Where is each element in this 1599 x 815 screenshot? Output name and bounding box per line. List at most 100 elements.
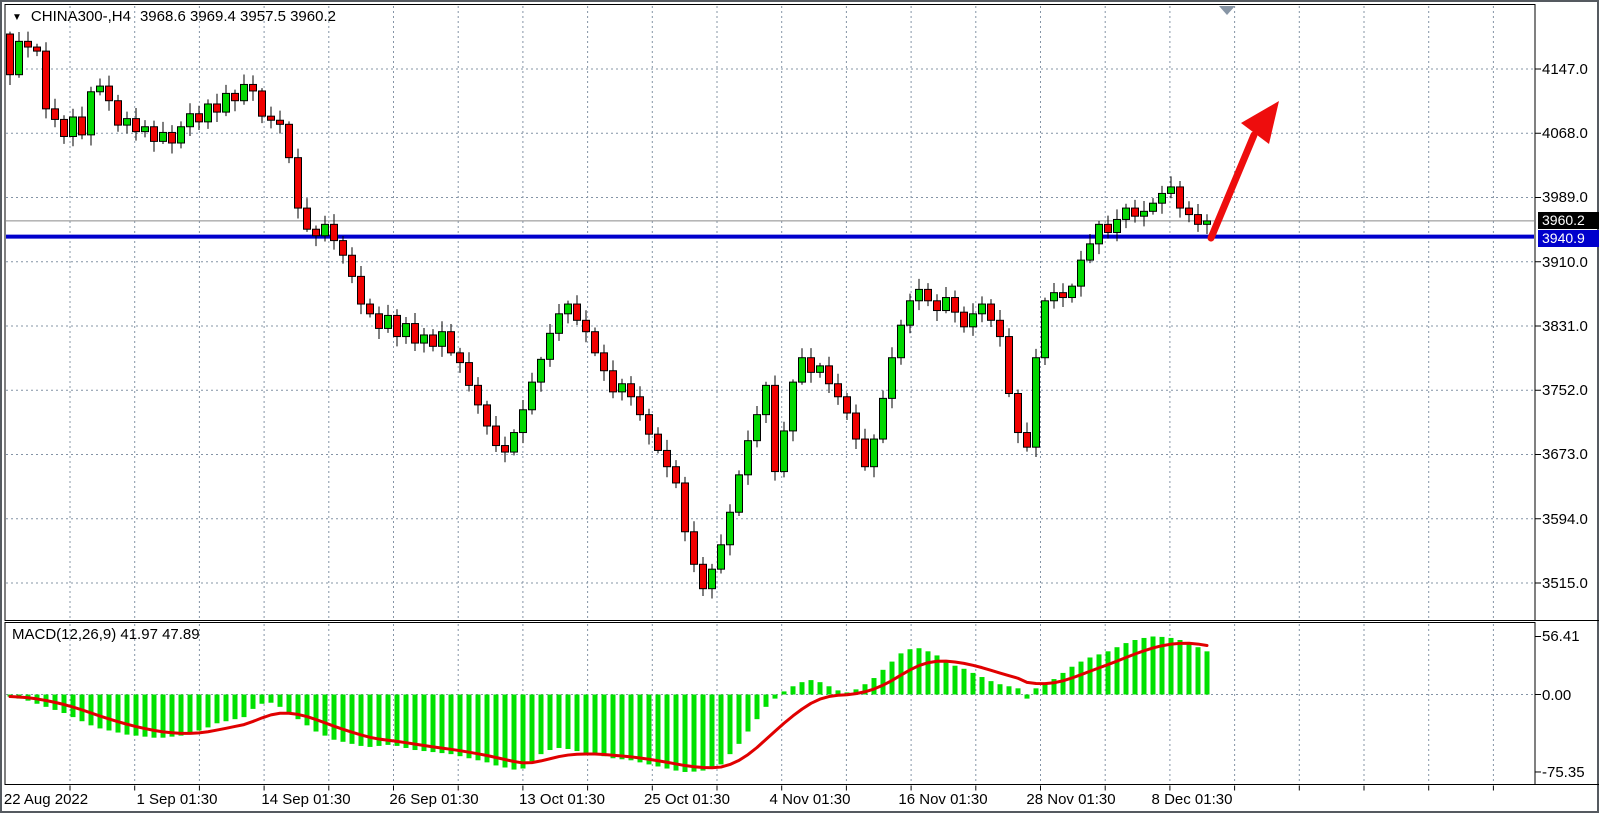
price-tick-label: 3989.0 bbox=[1542, 189, 1588, 206]
candle bbox=[1177, 187, 1184, 208]
candle bbox=[160, 132, 167, 141]
trend-arrow[interactable] bbox=[1211, 101, 1279, 238]
macd-bar bbox=[1169, 638, 1174, 695]
candle bbox=[241, 84, 248, 100]
macd-bar bbox=[503, 695, 508, 768]
candle bbox=[43, 51, 50, 109]
macd-bar bbox=[125, 695, 130, 735]
mt4-chart-window: ▼ CHINA300-,H4 3968.6 3969.4 3957.5 3960… bbox=[0, 0, 1599, 813]
macd-bar bbox=[917, 648, 922, 694]
macd-bar bbox=[665, 695, 670, 769]
macd-bar bbox=[467, 695, 472, 759]
macd-bar bbox=[530, 695, 535, 762]
candle bbox=[763, 385, 770, 414]
candle bbox=[682, 483, 689, 532]
candle bbox=[997, 320, 1004, 336]
macd-bar bbox=[746, 695, 751, 732]
macd-bar bbox=[1187, 643, 1192, 694]
candle bbox=[979, 304, 986, 314]
candle bbox=[70, 117, 77, 137]
candle bbox=[115, 101, 122, 125]
candle bbox=[556, 314, 563, 334]
candle bbox=[961, 312, 968, 327]
candle bbox=[1060, 293, 1067, 298]
macd-bar bbox=[1115, 647, 1120, 694]
macd-bar bbox=[1070, 667, 1075, 695]
macd-bar bbox=[251, 695, 256, 709]
candle bbox=[79, 117, 86, 135]
macd-bar bbox=[1025, 695, 1030, 699]
macd-bar bbox=[548, 695, 553, 751]
symbol-dropdown-icon[interactable]: ▼ bbox=[12, 9, 22, 26]
candle bbox=[772, 385, 779, 471]
candle bbox=[322, 224, 329, 235]
candle bbox=[727, 512, 734, 545]
candle bbox=[205, 104, 212, 122]
candle bbox=[1150, 203, 1157, 211]
time-tick-label: 1 Sep 01:30 bbox=[137, 791, 218, 808]
macd-bar bbox=[98, 695, 103, 729]
macd-bar bbox=[728, 695, 733, 755]
price-tick-label: 4147.0 bbox=[1542, 61, 1588, 78]
macd-bar bbox=[359, 695, 364, 746]
candle bbox=[709, 569, 716, 589]
candle bbox=[16, 41, 23, 74]
price-tick-label: 3910.0 bbox=[1542, 254, 1588, 271]
candle bbox=[178, 127, 185, 143]
macd-bar bbox=[1016, 688, 1021, 694]
macd-bar bbox=[881, 670, 886, 695]
time-tick-label: 26 Sep 01:30 bbox=[389, 791, 478, 808]
macd-bar bbox=[593, 695, 598, 755]
price-tick-label: 3515.0 bbox=[1542, 575, 1588, 592]
chart-canvas[interactable] bbox=[2, 2, 1599, 815]
candle bbox=[448, 332, 455, 353]
candle bbox=[808, 358, 815, 373]
macd-bar bbox=[188, 695, 193, 734]
macd-bar bbox=[287, 695, 292, 714]
candle bbox=[718, 545, 725, 569]
candle bbox=[547, 333, 554, 359]
macd-bar bbox=[539, 695, 544, 755]
macd-bar bbox=[224, 695, 229, 722]
macd-bar bbox=[683, 695, 688, 772]
candle bbox=[889, 358, 896, 399]
candle bbox=[1024, 433, 1031, 448]
macd-bar bbox=[701, 695, 706, 771]
candle bbox=[187, 114, 194, 127]
macd-bar bbox=[206, 695, 211, 728]
candle bbox=[214, 104, 221, 112]
time-tick-label: 28 Nov 01:30 bbox=[1026, 791, 1115, 808]
macd-bar bbox=[341, 695, 346, 742]
time-tick-label: 25 Oct 01:30 bbox=[644, 791, 730, 808]
macd-bar bbox=[575, 695, 580, 752]
candle bbox=[358, 276, 365, 304]
candle bbox=[250, 84, 257, 91]
candle bbox=[412, 324, 419, 344]
macd-label: MACD(12,26,9) 41.97 47.89 bbox=[12, 626, 200, 643]
macd-bar bbox=[998, 684, 1003, 694]
macd-bar bbox=[1061, 673, 1066, 695]
candle bbox=[259, 91, 266, 116]
candle bbox=[934, 301, 941, 311]
candles-series bbox=[7, 32, 1211, 599]
macd-bar bbox=[611, 695, 616, 759]
price-badge-support-line[interactable]: 3940.9 bbox=[1538, 230, 1599, 247]
time-tick-label: 14 Sep 01:30 bbox=[261, 791, 350, 808]
time-tick-label: 13 Oct 01:30 bbox=[519, 791, 605, 808]
candle bbox=[853, 413, 860, 439]
candle bbox=[646, 415, 653, 435]
macd-bar bbox=[1097, 654, 1102, 694]
candle bbox=[142, 127, 149, 132]
macd-bar bbox=[719, 695, 724, 765]
candle bbox=[970, 314, 977, 327]
candle bbox=[1087, 244, 1094, 260]
macd-bar bbox=[1043, 684, 1048, 694]
candle bbox=[367, 304, 374, 314]
candle bbox=[907, 301, 914, 325]
macd-bar bbox=[395, 695, 400, 746]
candle bbox=[1033, 358, 1040, 447]
candle bbox=[574, 304, 581, 320]
object-anchor-triangle-icon[interactable] bbox=[1219, 6, 1235, 15]
candle bbox=[664, 450, 671, 466]
macd-bar bbox=[242, 695, 247, 718]
